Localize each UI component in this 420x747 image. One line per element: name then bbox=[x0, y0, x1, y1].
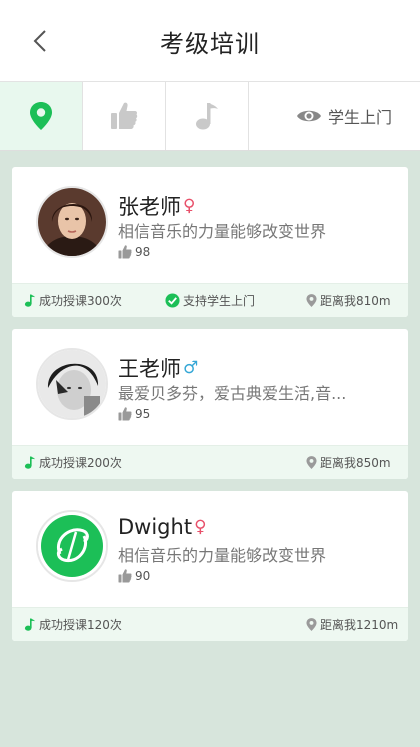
male-icon: ♂ bbox=[183, 358, 199, 378]
top-bar: 考级培训 bbox=[0, 0, 420, 82]
visit-support: 支持学生上门 bbox=[165, 284, 255, 317]
location-pin-icon bbox=[306, 618, 317, 631]
music-note-icon bbox=[24, 456, 36, 469]
teacher-name-text: Dwight bbox=[118, 515, 193, 539]
female-icon: ♀ bbox=[183, 196, 196, 216]
lesson-count: 成功授课120次 bbox=[24, 608, 122, 641]
distance-text: 距离我850m bbox=[320, 456, 391, 470]
teacher-card[interactable]: 王老师 ♂ 最爱贝多芬，爱古典爱生活,音... 95 成功授课200次 距离我8… bbox=[12, 329, 408, 479]
teacher-name-text: 张老师 bbox=[118, 195, 181, 219]
lesson-count-text: 成功授课300次 bbox=[39, 294, 122, 308]
filter-bar: 学生上门 bbox=[0, 82, 420, 151]
teacher-description: 相信音乐的力量能够改变世界 bbox=[118, 546, 327, 565]
teacher-info: 王老师 ♂ 最爱贝多芬，爱古典爱生活,音... 95 bbox=[12, 329, 408, 445]
tab-likes[interactable] bbox=[83, 82, 166, 150]
thumbs-up-icon bbox=[118, 569, 132, 583]
lesson-count: 成功授课200次 bbox=[24, 446, 122, 479]
lesson-count-text: 成功授课200次 bbox=[39, 456, 122, 470]
like-count: 90 bbox=[118, 568, 150, 584]
music-note-icon bbox=[24, 618, 36, 631]
thumbs-up-icon bbox=[118, 245, 132, 259]
teacher-info: 张老师 ♀ 相信音乐的力量能够改变世界 98 bbox=[12, 167, 408, 283]
avatar bbox=[36, 510, 108, 582]
student-visit-filter[interactable]: 学生上门 bbox=[296, 82, 392, 150]
music-note-icon bbox=[24, 294, 36, 307]
avatar bbox=[36, 348, 108, 420]
avatar bbox=[36, 186, 108, 258]
tab-location[interactable] bbox=[0, 82, 83, 150]
like-count-value: 90 bbox=[135, 569, 151, 583]
teacher-stats: 成功授课200次 距离我850m bbox=[12, 445, 408, 479]
teacher-stats: 成功授课300次 支持学生上门 距离我810m bbox=[12, 283, 408, 317]
lesson-count: 成功授课300次 bbox=[24, 284, 122, 317]
like-count-value: 98 bbox=[135, 245, 151, 259]
music-note-icon bbox=[196, 103, 218, 130]
tab-music[interactable] bbox=[166, 82, 249, 150]
teacher-name: Dwight ♀ bbox=[118, 515, 207, 539]
teacher-description: 最爱贝多芬，爱古典爱生活,音... bbox=[118, 384, 347, 403]
distance: 距离我810m bbox=[306, 284, 391, 317]
like-count: 95 bbox=[118, 406, 150, 422]
teacher-card[interactable]: 张老师 ♀ 相信音乐的力量能够改变世界 98 成功授课300次 支持学生上门 距… bbox=[12, 167, 408, 317]
app-logo-icon bbox=[38, 512, 106, 580]
thumbs-up-icon bbox=[118, 407, 132, 421]
location-pin-icon bbox=[306, 456, 317, 469]
distance: 距离我850m bbox=[306, 446, 391, 479]
teacher-card[interactable]: Dwight ♀ 相信音乐的力量能够改变世界 90 成功授课120次 距离我12… bbox=[12, 491, 408, 641]
eye-icon bbox=[297, 110, 321, 122]
location-pin-icon bbox=[30, 102, 52, 130]
like-count: 98 bbox=[118, 244, 150, 260]
teacher-name-text: 王老师 bbox=[118, 357, 181, 381]
distance-text: 距离我810m bbox=[320, 294, 391, 308]
female-icon: ♀ bbox=[194, 517, 207, 537]
like-count-value: 95 bbox=[135, 407, 151, 421]
check-circle-icon bbox=[165, 293, 180, 308]
teacher-name: 张老师 ♀ bbox=[118, 191, 195, 221]
page-title: 考级培训 bbox=[160, 30, 260, 58]
teacher-description: 相信音乐的力量能够改变世界 bbox=[118, 222, 327, 241]
location-pin-icon bbox=[306, 294, 317, 307]
student-visit-label: 学生上门 bbox=[328, 108, 393, 127]
visit-support-text: 支持学生上门 bbox=[183, 294, 256, 308]
thumbs-up-icon bbox=[111, 102, 138, 129]
lesson-count-text: 成功授课120次 bbox=[39, 618, 122, 632]
distance-text: 距离我1210m bbox=[320, 618, 399, 632]
teacher-name: 王老师 ♂ bbox=[118, 353, 198, 383]
teacher-info: Dwight ♀ 相信音乐的力量能够改变世界 90 bbox=[12, 491, 408, 607]
teacher-stats: 成功授课120次 距离我1210m bbox=[12, 607, 408, 641]
distance: 距离我1210m bbox=[306, 608, 398, 641]
